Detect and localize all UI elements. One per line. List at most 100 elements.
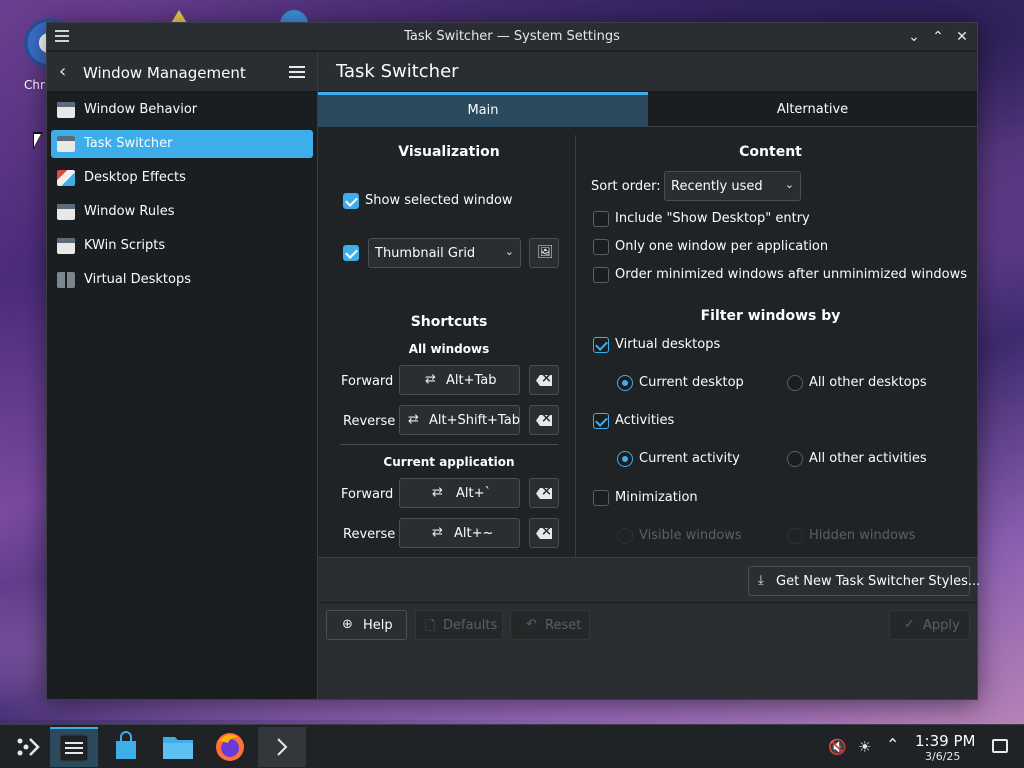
reverse-label: Reverse [343,527,396,542]
column-divider [575,135,576,559]
defaults-label: Defaults [443,618,498,633]
tab-main[interactable]: Main [318,92,648,127]
taskbar-discover[interactable] [102,727,150,767]
volume-muted-icon[interactable]: 🔇 [828,738,847,756]
backspace-icon [536,528,552,539]
chevron-down-icon: ⌄ [504,245,514,258]
desktop-effects-icon [57,170,75,186]
defaults-button[interactable]: 🗋 Defaults [415,610,503,640]
minimization-checkbox[interactable] [593,490,609,506]
current-desktop-radio[interactable] [617,375,633,391]
all-windows-subtitle: All windows [408,342,490,356]
clock-date[interactable]: 3/6/25 [925,750,960,763]
terminal-icon [277,738,288,756]
clock-time[interactable]: 1:39 PM [915,732,975,750]
bottom-button-bar: ⊕ Help 🗋 Defaults ↶ Reset ✓ Apply [318,603,977,699]
current-activity-radio[interactable] [617,451,633,467]
store-bag-icon [116,731,136,759]
get-new-styles-button[interactable]: ⤓ Get New Task Switcher Styles... [748,566,980,596]
taskbar-system-settings[interactable] [50,727,98,767]
order-minimized-checkbox[interactable] [593,267,609,283]
sidebar-header: ‹ Window Management [47,52,317,92]
taskbar-terminal[interactable] [258,727,306,767]
current-desktop-label: Current desktop [639,375,744,390]
help-button[interactable]: ⊕ Help [326,610,407,640]
activities-checkbox[interactable] [593,413,609,429]
application-launcher-button[interactable] [4,727,52,767]
all-forward-shortcut-button[interactable]: ⇄ Alt+Tab [399,365,520,395]
clear-shortcut-button[interactable] [529,478,559,508]
all-other-desktops-label: All other desktops [809,375,927,390]
maximize-button[interactable]: ⌃ [929,28,947,46]
show-selected-window-checkbox[interactable] [343,193,359,209]
include-show-desktop-checkbox[interactable] [593,211,609,227]
backspace-icon [536,415,552,426]
one-window-per-app-checkbox[interactable] [593,239,609,255]
image-icon: 🖼 [537,245,554,260]
brightness-icon[interactable]: ☀ [858,738,871,756]
reset-label: Reset [545,618,582,633]
all-other-activities-label: All other activities [809,451,927,466]
content-title: Content [739,144,802,160]
all-other-desktops-radio[interactable] [787,375,803,391]
app-reverse-shortcut-button[interactable]: ⇄ Alt+~ [399,518,520,548]
taskbar-file-manager[interactable] [154,727,202,767]
sidebar-item-label: KWin Scripts [84,238,166,253]
sidebar-item-window-rules[interactable]: Window Rules [51,198,313,226]
sidebar-item-label: Window Behavior [84,102,198,117]
undo-icon: ↶ [526,617,537,632]
filter-title: Filter windows by [700,308,841,324]
sidebar-item-task-switcher[interactable]: Task Switcher [51,130,313,158]
show-hidden-icons-chevron-up-icon[interactable]: ⌃ [886,735,899,754]
clear-shortcut-button[interactable] [529,365,559,395]
forward-label: Forward [341,374,394,389]
main-panel: Task Switcher Main Alternative Visualiza… [318,52,980,699]
virtual-desktops-checkbox[interactable] [593,337,609,353]
taskbar-firefox[interactable] [206,727,254,767]
sidebar-item-virtual-desktops[interactable]: Virtual Desktops [51,266,313,294]
window-icon [57,102,75,118]
all-other-activities-radio[interactable] [787,451,803,467]
minimize-button[interactable]: ⌄ [905,28,923,46]
app-forward-shortcut-button[interactable]: ⇄ Alt+` [399,478,520,508]
sidebar-item-label: Task Switcher [84,136,173,151]
tab-alternative[interactable]: Alternative [648,92,977,127]
apply-label: Apply [923,618,960,633]
show-desktop-icon[interactable] [992,739,1008,753]
close-button[interactable]: ✕ [953,28,971,46]
reset-button[interactable]: ↶ Reset [510,610,590,640]
kwin-scripts-icon [57,238,75,254]
settings-content: Visualization Show selected window Thumb… [318,127,977,559]
apply-button[interactable]: ✓ Apply [889,610,970,640]
backspace-icon [536,375,552,386]
hamburger-menu-icon[interactable] [289,66,305,78]
activities-label: Activities [615,413,675,428]
shortcut-icon: ⇄ [408,412,419,427]
clear-shortcut-button[interactable] [529,405,559,435]
hidden-windows-radio[interactable] [787,528,803,544]
layout-combobox[interactable]: Thumbnail Grid ⌄ [368,238,521,268]
sidebar-item-kwin-scripts[interactable]: KWin Scripts [51,232,313,260]
sidebar-item-window-behavior[interactable]: Window Behavior [51,96,313,124]
settings-app-icon [59,734,89,762]
folder-icon [163,737,193,759]
preview-button[interactable]: 🖼 [529,238,559,268]
order-minimized-label: Order minimized windows after unminimize… [615,267,967,282]
visualization-enable-checkbox[interactable] [343,245,359,261]
task-switcher-icon [57,136,75,152]
minimization-label: Minimization [615,490,698,505]
back-icon[interactable]: ‹ [59,61,66,82]
sidebar: ‹ Window Management Window Behavior Task… [47,52,317,699]
window-title: Task Switcher — System Settings [404,29,620,44]
all-reverse-shortcut-button[interactable]: ⇄ Alt+Shift+Tab [399,405,520,435]
visible-windows-radio[interactable] [617,528,633,544]
clear-shortcut-button[interactable] [529,518,559,548]
launcher-icon [17,738,40,756]
footer-area: ⤓ Get New Task Switcher Styles... [318,558,980,602]
system-settings-window: Task Switcher — System Settings ⌄ ⌃ ✕ ‹ … [46,22,980,700]
titlebar[interactable]: Task Switcher — System Settings ⌄ ⌃ ✕ [47,23,977,51]
help-label: Help [363,618,393,633]
sidebar-item-desktop-effects[interactable]: Desktop Effects [51,164,313,192]
one-window-per-app-label: Only one window per application [615,239,829,254]
sort-order-combobox[interactable]: Recently used ⌄ [664,171,801,201]
